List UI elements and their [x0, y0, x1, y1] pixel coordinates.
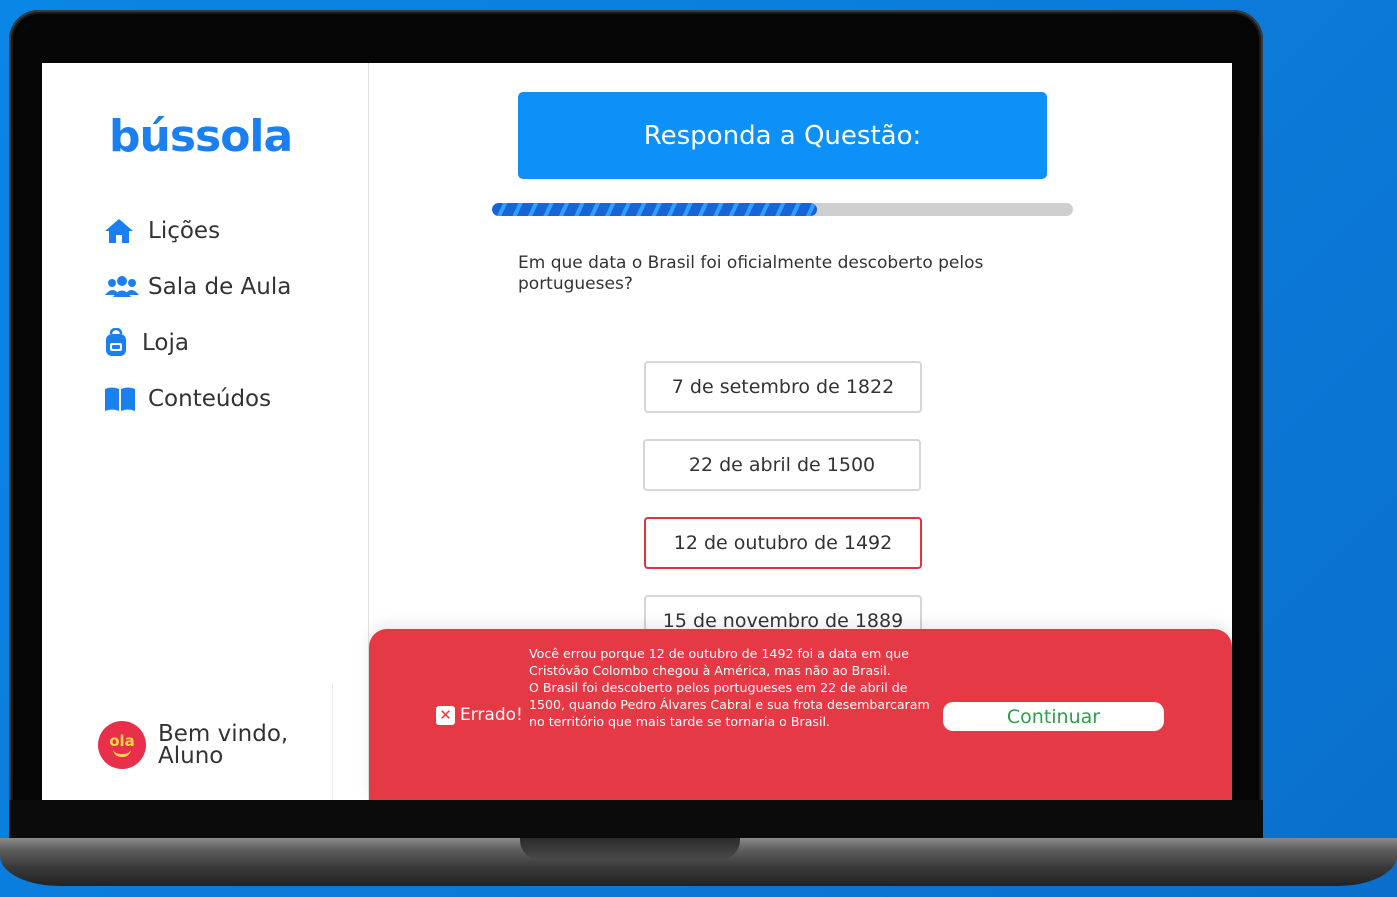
laptop-notch: [520, 838, 740, 860]
continue-button[interactable]: Continuar: [943, 702, 1164, 731]
welcome-line: Bem vindo,: [158, 721, 289, 747]
welcome-user-name: Aluno: [158, 743, 224, 769]
users-icon: [104, 272, 140, 302]
sidebar-item-label: Sala de Aula: [148, 274, 292, 300]
answer-option-selected-wrong[interactable]: 12 de outubro de 1492: [644, 517, 922, 569]
feedback-message: Você errou porque 12 de outubro de 1492 …: [529, 645, 933, 730]
answer-option[interactable]: 22 de abril de 1500: [643, 439, 921, 491]
sidebar-item-conteudos[interactable]: Conteúdos: [104, 371, 291, 427]
smile-icon: [113, 749, 131, 757]
close-x-icon: ✕: [436, 705, 455, 725]
answer-option[interactable]: 7 de setembro de 1822: [644, 361, 922, 413]
sidebar-item-label: Lições: [148, 218, 221, 244]
laptop-chin: [9, 800, 1263, 842]
book-icon: [104, 384, 138, 414]
feedback-status: ✕ Errado!: [436, 705, 523, 725]
app-screen: bússola Lições Sala de Aula Loja Conteúd…: [42, 63, 1232, 800]
sidebar-item-label: Loja: [142, 330, 189, 356]
home-icon: [104, 216, 138, 246]
sidebar-item-licoes[interactable]: Lições: [104, 203, 291, 259]
sidebar: bússola Lições Sala de Aula Loja Conteúd…: [42, 63, 369, 800]
sidebar-divider: [332, 683, 333, 800]
answer-option-label: 12 de outubro de 1492: [673, 532, 893, 554]
question-header: Responda a Questão:: [518, 92, 1047, 179]
feedback-message-line: O Brasil foi descoberto pelos portuguese…: [529, 680, 930, 729]
sidebar-item-sala-de-aula[interactable]: Sala de Aula: [104, 259, 291, 315]
sidebar-item-loja[interactable]: Loja: [104, 315, 291, 371]
feedback-message-line: Você errou porque 12 de outubro de 1492 …: [529, 646, 909, 678]
question-text: Em que data o Brasil foi oficialmente de…: [518, 253, 984, 294]
sidebar-item-label: Conteúdos: [148, 386, 272, 412]
quiz-progress-bar: [492, 203, 1073, 216]
avatar: ola: [98, 721, 146, 769]
welcome-text: Bem vindo, Aluno: [158, 721, 289, 769]
answer-option-label: 22 de abril de 1500: [688, 454, 876, 476]
quiz-progress-fill: [492, 203, 818, 216]
backpack-icon: [104, 328, 130, 358]
sidebar-nav: Lições Sala de Aula Loja Conteúdos: [104, 203, 291, 427]
feedback-panel: ✕ Errado! Você errou porque 12 de outubr…: [369, 629, 1232, 800]
feedback-status-label: Errado!: [460, 705, 523, 725]
app-logo[interactable]: bússola: [109, 111, 293, 162]
avatar-text: ola: [109, 731, 135, 750]
answer-option-label: 7 de setembro de 1822: [671, 376, 895, 398]
user-welcome[interactable]: ola Bem vindo, Aluno: [98, 721, 288, 769]
